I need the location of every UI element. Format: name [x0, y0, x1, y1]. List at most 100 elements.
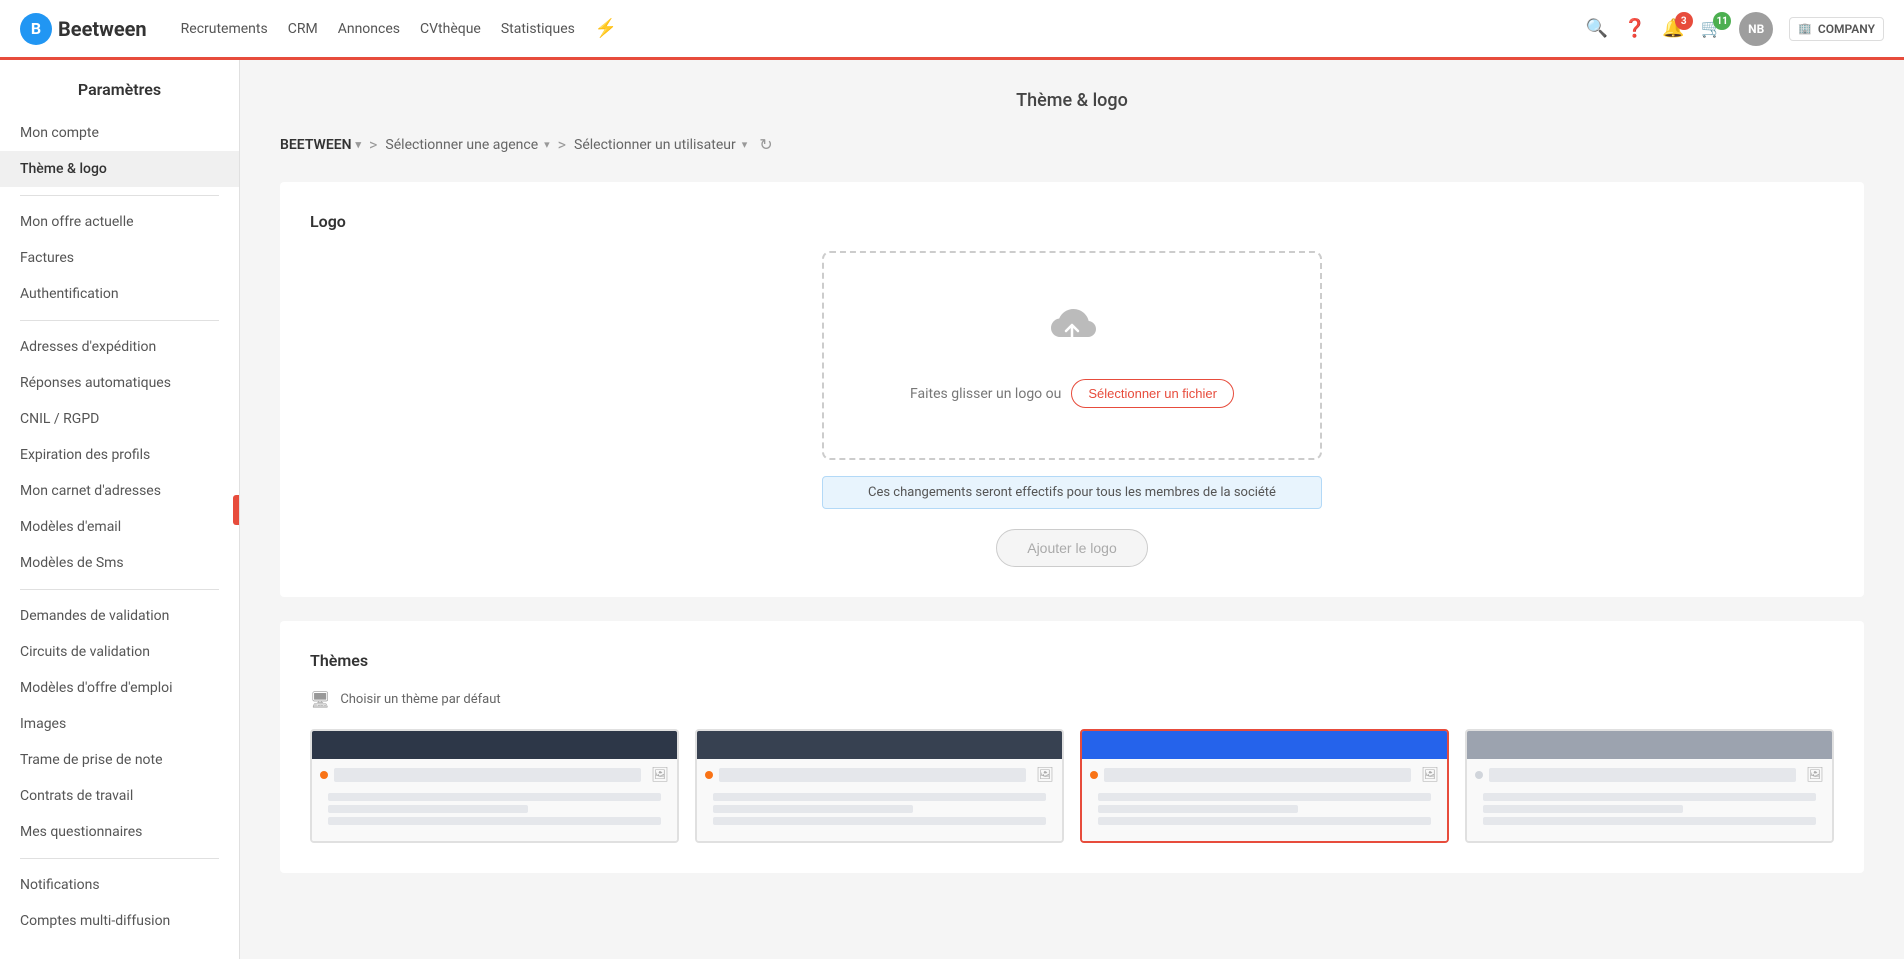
theme-dot	[1090, 771, 1098, 779]
sidebar-item-sms[interactable]: Modèles de Sms	[0, 545, 239, 581]
nav-annonces[interactable]: Annonces	[338, 17, 400, 41]
theme-body: 🖼	[312, 759, 677, 841]
breadcrumb: BEETWEEN ▾ > Sélectionner une agence ▾ >…	[280, 135, 1864, 154]
sidebar-divider-3	[20, 589, 219, 590]
breadcrumb-sep-1: >	[369, 135, 377, 154]
sidebar-item-images[interactable]: Images	[0, 706, 239, 742]
dropzone-text: Faites glisser un logo ou Sélectionner u…	[910, 379, 1234, 408]
breadcrumb-user-label: Sélectionner un utilisateur	[574, 137, 736, 153]
user-avatar[interactable]: NB	[1739, 12, 1773, 46]
theme-dot	[705, 771, 713, 779]
nav-cvtheque[interactable]: CVthèque	[420, 17, 481, 41]
sidebar-divider-2	[20, 320, 219, 321]
monitor-icon: 🖥	[310, 690, 330, 709]
breadcrumb-company[interactable]: BEETWEEN ▾	[280, 137, 361, 153]
theme-lines	[1090, 789, 1439, 833]
breadcrumb-agency-label: Sélectionner une agence	[385, 137, 538, 153]
sidebar-item-trame[interactable]: Trame de prise de note	[0, 742, 239, 778]
sidebar-item-contrats[interactable]: Contrats de travail	[0, 778, 239, 814]
logo-area[interactable]: B Beetween	[20, 13, 147, 45]
cart-badge: 11	[1713, 12, 1731, 30]
upload-cloud-icon	[1040, 303, 1104, 367]
sidebar-item-modeles-offre[interactable]: Modèles d'offre d'emploi	[0, 670, 239, 706]
sidebar-divider-1	[20, 195, 219, 196]
sidebar-item-factures[interactable]: Factures	[0, 240, 239, 276]
theme-option-dark[interactable]: 🖼	[310, 729, 679, 843]
theme-line	[1483, 817, 1816, 825]
theme-line	[1483, 793, 1816, 801]
breadcrumb-company-label: BEETWEEN	[280, 137, 352, 153]
breadcrumb-sep-2: >	[558, 135, 566, 154]
logo-dropzone[interactable]: Faites glisser un logo ou Sélectionner u…	[822, 251, 1322, 460]
sidebar-item-multidiffusion[interactable]: Comptes multi-diffusion	[0, 903, 239, 939]
nav-crm[interactable]: CRM	[288, 17, 318, 41]
company-icon: 🏢	[1798, 22, 1812, 35]
nav-recrutements[interactable]: Recrutements	[181, 17, 268, 41]
sidebar-item-cnil[interactable]: CNIL / RGPD	[0, 401, 239, 437]
search-icon[interactable]: 🔍	[1586, 18, 1608, 39]
breadcrumb-user[interactable]: Sélectionner un utilisateur ▾	[574, 137, 747, 153]
sidebar-item-carnet[interactable]: Mon carnet d'adresses	[0, 473, 239, 509]
scroll-indicator	[233, 495, 239, 525]
sidebar-item-circuits[interactable]: Circuits de validation	[0, 634, 239, 670]
sidebar-item-reponses[interactable]: Réponses automatiques	[0, 365, 239, 401]
company-switcher[interactable]: 🏢 COMPANY	[1789, 17, 1884, 41]
theme-image-icon: 🖼	[1421, 767, 1439, 783]
sidebar-item-demandes[interactable]: Demandes de validation	[0, 598, 239, 634]
theme-line-short	[1483, 805, 1683, 813]
theme-line	[328, 817, 661, 825]
nav-right: 🔍 ❓ 🔔 3 🛒 11 NB 🏢 COMPANY	[1586, 12, 1885, 46]
select-file-button[interactable]: Sélectionner un fichier	[1071, 379, 1234, 408]
theme-image-icon: 🖼	[1806, 767, 1824, 783]
logo-card: Logo Faites glisser un logo ou Sélection…	[280, 182, 1864, 597]
bolt-icon[interactable]: ⚡	[595, 18, 617, 39]
theme-field	[334, 768, 641, 782]
theme-image-icon: 🖼	[651, 767, 669, 783]
theme-header-bar	[1467, 731, 1832, 759]
sidebar-item-mon-offre[interactable]: Mon offre actuelle	[0, 204, 239, 240]
sidebar-item-theme-logo[interactable]: Thème & logo	[0, 151, 239, 187]
themes-default-label: Choisir un thème par défaut	[340, 692, 500, 707]
theme-line-short	[1098, 805, 1298, 813]
refresh-icon[interactable]: ↻	[759, 135, 772, 154]
nav-statistiques[interactable]: Statistiques	[501, 17, 575, 41]
logo-icon: B	[20, 13, 52, 45]
sidebar-item-emails[interactable]: Modèles d'email	[0, 509, 239, 545]
theme-body: 🖼	[697, 759, 1062, 841]
theme-lines	[320, 789, 669, 833]
theme-lines	[705, 789, 1054, 833]
help-icon[interactable]: ❓	[1624, 18, 1646, 39]
theme-option-blue[interactable]: 🖼	[1080, 729, 1449, 843]
sidebar-title: Paramètres	[0, 80, 239, 115]
theme-field	[1104, 768, 1411, 782]
themes-card: Thèmes 🖥 Choisir un thème par défaut 🖼	[280, 621, 1864, 873]
breadcrumb-agency[interactable]: Sélectionner une agence ▾	[385, 137, 549, 153]
theme-row: 🖼	[1475, 767, 1824, 783]
theme-body: 🖼	[1467, 759, 1832, 841]
top-navigation: B Beetween Recrutements CRM Annonces CVt…	[0, 0, 1904, 60]
sidebar-item-notifications[interactable]: Notifications	[0, 867, 239, 903]
sidebar-item-questionnaires[interactable]: Mes questionnaires	[0, 814, 239, 850]
theme-header-bar	[1082, 731, 1447, 759]
sidebar-item-auth[interactable]: Authentification	[0, 276, 239, 312]
theme-line-short	[328, 805, 528, 813]
theme-line	[713, 793, 1046, 801]
theme-option-dark2[interactable]: 🖼	[695, 729, 1064, 843]
themes-grid: 🖼	[310, 729, 1834, 843]
sidebar-item-expiration[interactable]: Expiration des profils	[0, 437, 239, 473]
sidebar-item-adresses[interactable]: Adresses d'expédition	[0, 329, 239, 365]
sidebar: Paramètres Mon compte Thème & logo Mon o…	[0, 60, 240, 959]
layout: Paramètres Mon compte Thème & logo Mon o…	[0, 60, 1904, 959]
theme-line	[1098, 793, 1431, 801]
theme-option-gray[interactable]: 🖼	[1465, 729, 1834, 843]
nav-links: Recrutements CRM Annonces CVthèque Stati…	[181, 17, 1562, 41]
breadcrumb-user-chevron: ▾	[742, 138, 748, 151]
notifications-bell[interactable]: 🔔 3	[1662, 18, 1684, 39]
theme-header-bar	[697, 731, 1062, 759]
sidebar-item-mon-compte[interactable]: Mon compte	[0, 115, 239, 151]
logo-text: Beetween	[58, 17, 147, 41]
add-logo-button[interactable]: Ajouter le logo	[996, 529, 1148, 567]
theme-header-bar	[312, 731, 677, 759]
info-banner: Ces changements seront effectifs pour to…	[822, 476, 1322, 509]
cart-icon[interactable]: 🛒 11	[1701, 18, 1723, 39]
